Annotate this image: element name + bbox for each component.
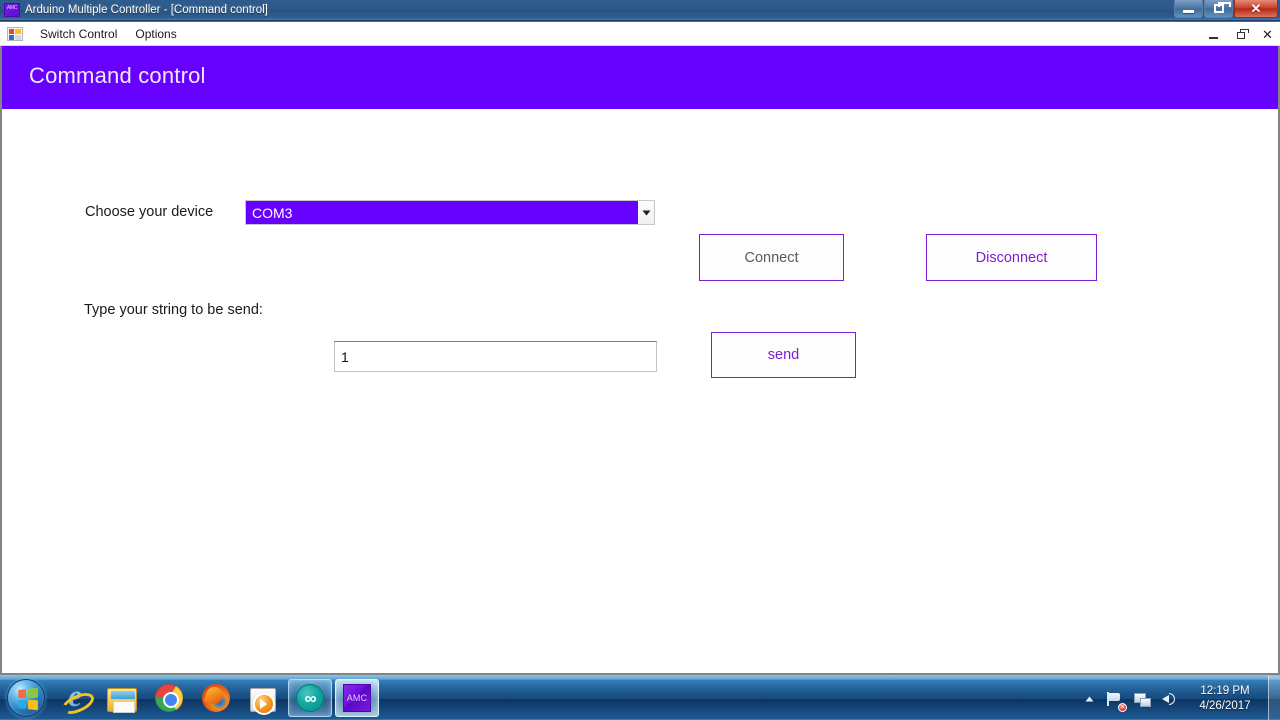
taskbar-item-internet-explorer[interactable] [53, 678, 97, 717]
arduino-infinity-glyph: ∞ [304, 688, 316, 708]
volume-button[interactable] [1159, 688, 1181, 710]
window-minimize-button[interactable] [1174, 0, 1203, 18]
system-tray: ✕ 12:19 PM 4/26/2017 [1080, 676, 1280, 720]
volume-icon [1161, 691, 1179, 706]
amc-taskbar-icon: AMC [343, 684, 371, 712]
device-combobox-value: COM3 [246, 201, 638, 224]
connect-button[interactable]: Connect [699, 234, 844, 281]
string-input-value: 1 [341, 348, 349, 365]
close-icon: ✕ [1250, 1, 1262, 16]
menu-item-switch-control[interactable]: Switch Control [31, 24, 126, 44]
network-button[interactable] [1131, 688, 1153, 710]
taskbar-item-amc[interactable]: AMC [335, 679, 379, 717]
string-label: Type your string to be send: [84, 302, 263, 318]
mdi-minimize-button[interactable] [1207, 26, 1220, 42]
minimize-icon [1183, 10, 1194, 13]
mdi-restore-icon [1236, 28, 1249, 39]
mdi-close-button[interactable]: ✕ [1261, 26, 1274, 42]
device-combobox[interactable]: COM3 [245, 200, 655, 225]
windows-media-player-icon [250, 687, 276, 715]
disconnect-button[interactable]: Disconnect [926, 234, 1097, 281]
string-input[interactable]: 1 [334, 341, 657, 372]
window-title-bar[interactable]: Arduino Multiple Controller - [Command c… [0, 0, 1280, 21]
alert-badge: ✕ [1118, 702, 1127, 712]
taskbar: ∞ AMC ✕ [0, 675, 1280, 720]
mozilla-firefox-icon [202, 684, 230, 712]
amc-glyph: AMC [346, 693, 368, 703]
mdi-child-controls: ✕ [1207, 22, 1274, 46]
show-desktop-button[interactable] [1268, 676, 1280, 720]
window-maximize-button[interactable] [1204, 0, 1233, 18]
network-icon [1134, 692, 1151, 707]
internet-explorer-icon [60, 678, 90, 714]
form-header-banner: Command control [2, 46, 1278, 109]
desktop: Arduino Multiple Controller - [Command c… [0, 0, 1280, 720]
window-close-button[interactable]: ✕ [1234, 0, 1278, 18]
menu-item-options[interactable]: Options [126, 24, 185, 44]
start-orb-icon[interactable] [7, 679, 45, 717]
chevron-up-icon[interactable] [1080, 688, 1098, 710]
menu-bar: Switch Control Options ✕ [0, 22, 1280, 46]
taskbar-item-google-chrome[interactable] [147, 679, 191, 717]
clock[interactable]: 12:19 PM 4/26/2017 [1188, 684, 1262, 714]
arduino-ide-icon: ∞ [296, 684, 324, 712]
windows-explorer-icon [107, 688, 137, 713]
windows-logo-icon [18, 687, 38, 711]
google-chrome-icon [155, 684, 183, 712]
mdi-minimize-icon [1209, 36, 1218, 39]
taskbar-item-arduino-ide[interactable]: ∞ [288, 679, 332, 717]
window-title: Arduino Multiple Controller - [Command c… [25, 4, 268, 16]
taskbar-item-windows-explorer[interactable] [100, 679, 144, 717]
taskbar-item-windows-media-player[interactable] [241, 679, 285, 717]
action-center-button[interactable]: ✕ [1103, 688, 1127, 712]
mdi-restore-button[interactable] [1234, 26, 1249, 42]
window-controls: ✕ [1173, 0, 1278, 20]
mdi-child-icon [7, 26, 23, 41]
page-title: Command control [29, 63, 206, 88]
clock-date: 4/26/2017 [1199, 699, 1251, 712]
send-button[interactable]: send [711, 332, 856, 378]
chevron-down-icon[interactable] [638, 201, 654, 224]
amc-app-icon [4, 3, 20, 17]
taskbar-item-mozilla-firefox[interactable] [194, 679, 238, 717]
clock-time: 12:19 PM [1200, 684, 1250, 697]
mdi-client-area: Command control Choose your device COM3 … [0, 46, 1280, 675]
restore-icon [1213, 2, 1231, 13]
device-label: Choose your device [85, 204, 214, 220]
